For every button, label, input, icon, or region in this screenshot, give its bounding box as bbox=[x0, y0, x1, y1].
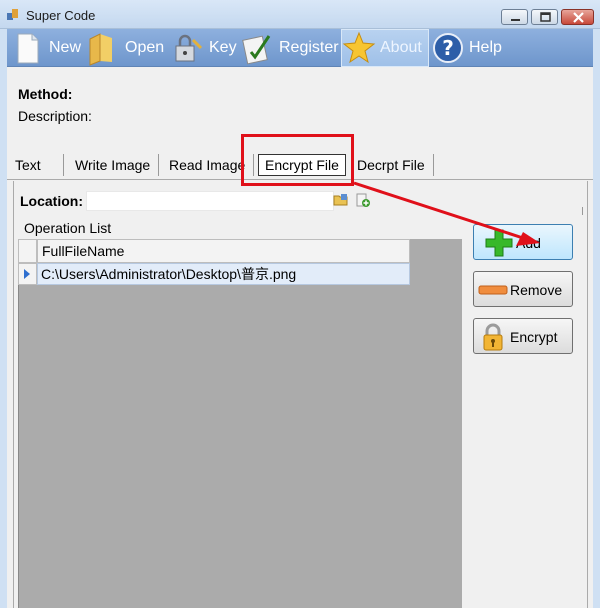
row-pointer-icon bbox=[24, 269, 30, 279]
toolbar-open-button[interactable]: Open bbox=[87, 29, 164, 67]
operation-list-label: Operation List bbox=[24, 220, 112, 236]
toolbar-key-button[interactable]: Key bbox=[171, 29, 237, 67]
toolbar-new-label: New bbox=[49, 39, 82, 56]
encrypt-button[interactable]: Encrypt bbox=[473, 318, 573, 354]
highlight-box bbox=[241, 134, 354, 186]
grid-corner-cell bbox=[18, 239, 37, 263]
toolbar-new-button[interactable]: New bbox=[11, 29, 81, 67]
close-icon bbox=[573, 12, 584, 23]
method-label: Method: bbox=[18, 86, 73, 102]
new-document-icon bbox=[17, 33, 39, 64]
add-button[interactable]: Add bbox=[473, 224, 573, 260]
help-question-icon: ? bbox=[433, 33, 463, 63]
tab-separator bbox=[433, 154, 434, 176]
close-button[interactable] bbox=[561, 9, 594, 25]
minimize-icon bbox=[511, 19, 520, 21]
encrypt-button-label: Encrypt bbox=[510, 329, 558, 345]
toolbar-key-label: Key bbox=[209, 39, 237, 56]
tab-write-image[interactable]: Write Image bbox=[69, 152, 156, 178]
maximize-icon bbox=[540, 12, 551, 22]
scroll-tick bbox=[582, 207, 583, 215]
tab-text[interactable]: Text bbox=[9, 152, 47, 178]
location-input[interactable] bbox=[86, 191, 334, 211]
window-title: Super Code bbox=[26, 8, 96, 23]
maximize-button[interactable] bbox=[531, 9, 558, 25]
operation-list-grid[interactable] bbox=[18, 239, 462, 608]
svg-text:?: ? bbox=[442, 36, 454, 60]
toolbar-help-button[interactable]: ? Help bbox=[431, 29, 502, 67]
star-icon bbox=[342, 31, 376, 64]
remove-button[interactable]: Remove bbox=[473, 271, 573, 307]
table-row[interactable]: C:\Users\Administrator\Desktop\普京.png bbox=[37, 263, 410, 285]
column-header-fullfilename[interactable]: FullFileName bbox=[37, 239, 410, 263]
add-location-icon[interactable] bbox=[355, 192, 371, 208]
plus-icon bbox=[485, 229, 513, 257]
minimize-button[interactable] bbox=[501, 9, 528, 25]
app-icon bbox=[7, 9, 18, 20]
main-toolbar: New Open Key Register About ? Help bbox=[7, 29, 593, 67]
toolbar-about-label: About bbox=[380, 39, 422, 56]
padlock-icon bbox=[483, 323, 503, 351]
description-label: Description: bbox=[18, 108, 92, 124]
lock-key-icon bbox=[175, 34, 203, 62]
folder-icon bbox=[89, 33, 112, 66]
tab-read-image[interactable]: Read Image bbox=[163, 152, 251, 178]
minus-icon bbox=[478, 285, 508, 295]
register-pen-icon bbox=[242, 35, 271, 65]
location-label: Location: bbox=[20, 193, 83, 209]
browse-folder-icon[interactable] bbox=[333, 192, 349, 208]
toolbar-open-label: Open bbox=[125, 39, 165, 56]
tab-decrypt-file[interactable]: Decrpt File bbox=[351, 152, 431, 178]
tab-separator bbox=[63, 154, 64, 176]
remove-button-label: Remove bbox=[510, 282, 563, 298]
title-bar: Super Code bbox=[0, 0, 600, 29]
toolbar-register-label: Register bbox=[279, 39, 339, 56]
row-selector[interactable] bbox=[18, 263, 37, 285]
toolbar-about-button[interactable]: About bbox=[341, 29, 429, 67]
add-button-label: Add bbox=[516, 235, 541, 251]
toolbar-register-button[interactable]: Register bbox=[241, 29, 339, 67]
tab-separator bbox=[158, 154, 159, 176]
toolbar-help-label: Help bbox=[469, 39, 502, 56]
